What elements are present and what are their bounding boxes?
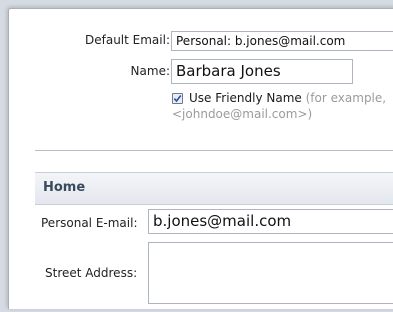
section-divider: [35, 150, 393, 151]
default-email-label: Default Email:: [85, 33, 170, 47]
name-input[interactable]: Barbara Jones: [171, 59, 353, 84]
use-friendly-name-text: Use Friendly Name: [189, 91, 302, 105]
friendly-name-hint: (for example,: [305, 91, 387, 105]
settings-panel: Default Email: Personal: b.jones@mail.co…: [8, 8, 393, 309]
personal-email-label: Personal E-mail:: [41, 216, 138, 230]
home-section-header: Home: [35, 172, 393, 205]
home-section-title: Home: [43, 180, 86, 195]
default-email-select[interactable]: Personal: b.jones@mail.com: [171, 31, 393, 51]
friendly-name-hint-example: <johndoe@mail.com>): [172, 107, 313, 121]
use-friendly-name-checkbox[interactable]: [172, 93, 183, 104]
personal-email-input[interactable]: b.jones@mail.com: [148, 209, 393, 234]
street-address-label: Street Address:: [45, 266, 138, 280]
use-friendly-name-label: Use Friendly Name (for example,: [189, 91, 386, 105]
name-label: Name:: [130, 64, 170, 78]
checkmark-icon: [173, 95, 182, 103]
street-address-textarea[interactable]: [148, 242, 393, 304]
